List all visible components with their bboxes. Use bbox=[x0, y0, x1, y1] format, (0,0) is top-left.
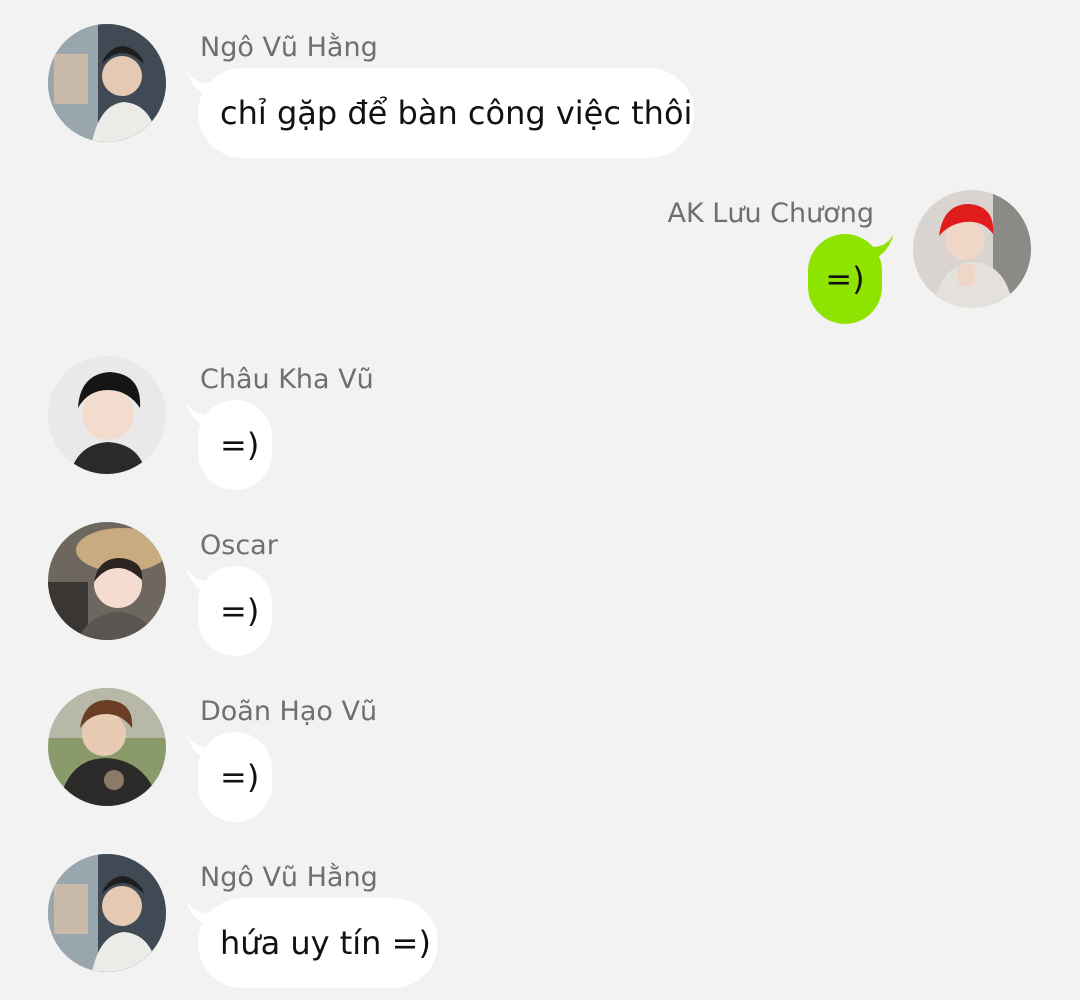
sender-name: Châu Kha Vũ bbox=[200, 364, 374, 395]
avatar[interactable] bbox=[48, 356, 166, 474]
avatar[interactable] bbox=[48, 854, 166, 972]
avatar[interactable] bbox=[48, 522, 166, 640]
message-bubble[interactable]: =) bbox=[198, 566, 272, 656]
message-bubble[interactable]: hứa uy tín =) bbox=[198, 898, 438, 988]
avatar[interactable] bbox=[48, 24, 166, 142]
message-bubble[interactable]: =) bbox=[198, 732, 272, 822]
message-bubble[interactable]: =) bbox=[198, 400, 272, 490]
sender-name: Ngô Vũ Hằng bbox=[200, 32, 378, 63]
avatar[interactable] bbox=[913, 190, 1031, 308]
sender-name: Doãn Hạo Vũ bbox=[200, 696, 378, 727]
message-bubble[interactable]: chỉ gặp để bàn công việc thôi bbox=[198, 68, 694, 158]
message-bubble[interactable]: =) bbox=[808, 234, 882, 324]
avatar[interactable] bbox=[48, 688, 166, 806]
sender-name: Oscar bbox=[200, 530, 278, 561]
sender-name: Ngô Vũ Hằng bbox=[200, 862, 378, 893]
sender-name: AK Lưu Chương bbox=[667, 198, 874, 229]
